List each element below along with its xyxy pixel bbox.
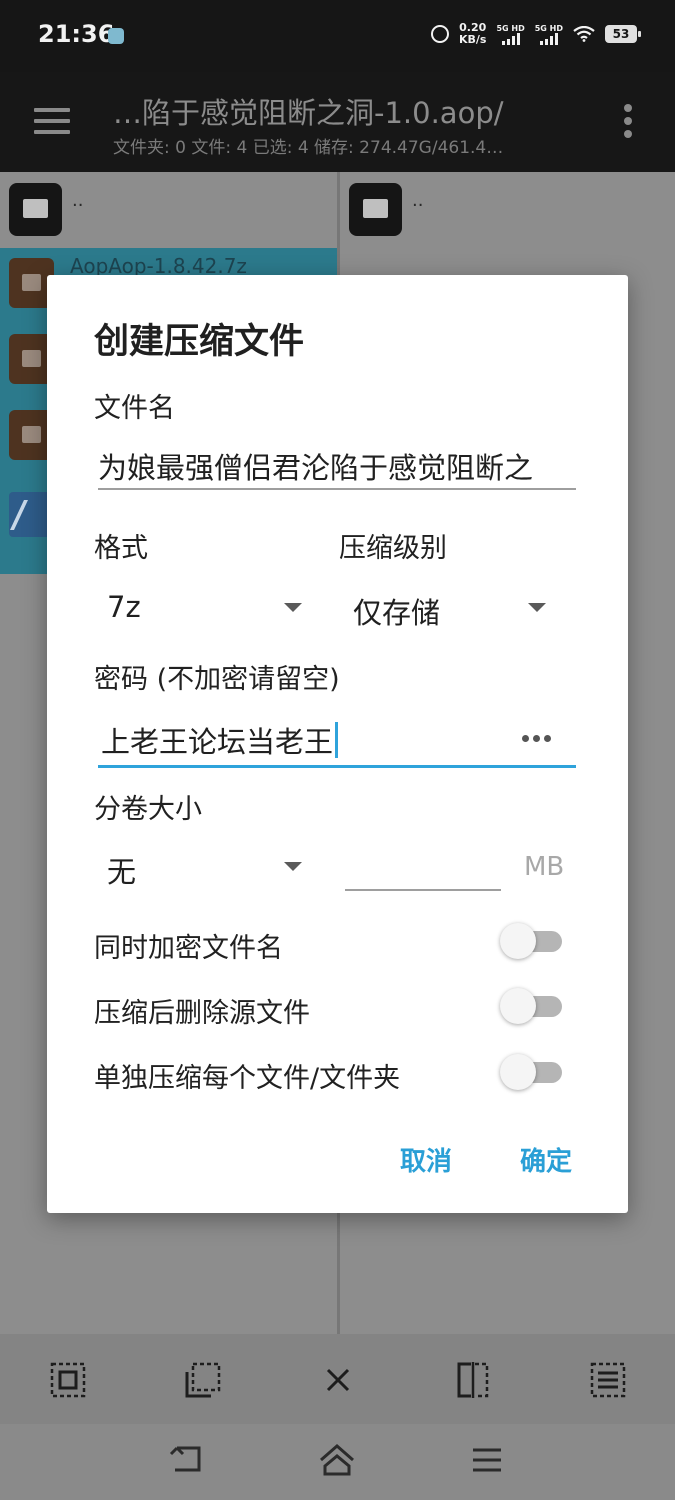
cancel-button[interactable]: 取消 [400,1141,452,1178]
encrypt-names-label: 同时加密文件名 [94,933,283,964]
alarm-icon [430,25,449,43]
select-all-icon[interactable] [50,1362,86,1398]
recent-apps-icon[interactable] [467,1442,507,1478]
format-label: 格式 [94,533,148,564]
parent-folder-row[interactable]: .. [0,172,337,248]
volume-label: 分卷大小 [94,794,202,825]
separate-archives-label: 单独压缩每个文件/文件夹 [94,1063,401,1094]
parent-folder-label: .. [72,190,84,211]
volume-value: 无 [107,855,137,889]
separate-archives-toggle[interactable] [500,1054,564,1090]
filename-label: 文件名 [94,393,175,424]
sim2-signal-icon: 5G HD [535,24,563,45]
close-icon[interactable] [320,1362,356,1398]
delete-source-label: 压缩后删除源文件 [94,998,310,1029]
level-label: 压缩级别 [339,533,447,564]
password-label: 密码 (不加密请留空) [94,664,340,695]
app-bar: …陷于感觉阻断之洞-1.0.aop/ 文件夹: 0 文件: 4 已选: 4 储存… [0,72,675,172]
network-speed: 0.20 KB/s [459,22,486,46]
status-bar: 21:36 0.20 KB/s 5G HD 5G HD 53 [0,0,675,72]
chevron-down-icon [284,862,302,871]
page-subtitle: 文件夹: 0 文件: 4 已选: 4 储存: 274.47G/461.4… [113,138,504,158]
wifi-icon [573,26,595,42]
parent-folder-row[interactable]: .. [340,172,675,248]
parent-folder-label: .. [412,190,424,211]
status-time: 21:36 [38,20,115,48]
sim2-label: 5G HD [534,23,563,33]
menu-icon[interactable] [34,108,70,134]
volume-size-underline [345,889,501,891]
level-value: 仅存储 [353,596,441,630]
folder-icon [9,183,62,236]
home-icon[interactable] [317,1442,357,1478]
password-visibility-icon[interactable] [522,735,554,745]
select-none-icon[interactable] [185,1362,221,1398]
password-underline [98,765,576,768]
sim1-signal-icon: 5G HD [496,23,525,45]
system-nav-bar [0,1424,675,1500]
network-speed-unit: KB/s [458,33,487,46]
text-cursor [335,722,339,758]
delete-source-toggle[interactable] [500,988,564,1024]
format-value: 7z [107,590,141,624]
dialog-title: 创建压缩文件 [94,322,305,362]
password-input[interactable]: 上老王论坛当老王 [101,719,501,761]
notification-app-icon [108,28,124,44]
battery-icon: 53 [605,25,641,43]
sim1-label: 5G HD [496,23,525,33]
encrypt-names-toggle[interactable] [500,923,564,959]
status-icons: 0.20 KB/s 5G HD 5G HD 53 [430,22,641,46]
ok-button[interactable]: 确定 [520,1141,572,1178]
chevron-down-icon [528,603,546,612]
page-title: …陷于感觉阻断之洞-1.0.aop/ [113,96,504,130]
filename-underline [98,488,576,490]
create-archive-dialog: 创建压缩文件 文件名 为娘最强僧侣君沦陷于感觉阻断之 格式 压缩级别 7z 仅存… [47,275,628,1213]
overflow-menu-icon[interactable] [624,104,632,143]
back-icon[interactable] [167,1442,207,1478]
chevron-down-icon [284,603,302,612]
folder-icon [349,183,402,236]
select-interval-icon[interactable] [590,1362,626,1398]
invert-selection-icon[interactable] [455,1362,491,1398]
bottom-toolbar [0,1334,675,1424]
password-value: 上老王论坛当老王 [101,725,334,759]
volume-unit: MB [524,852,565,882]
filename-input[interactable]: 为娘最强僧侣君沦陷于感觉阻断之 [98,445,576,487]
